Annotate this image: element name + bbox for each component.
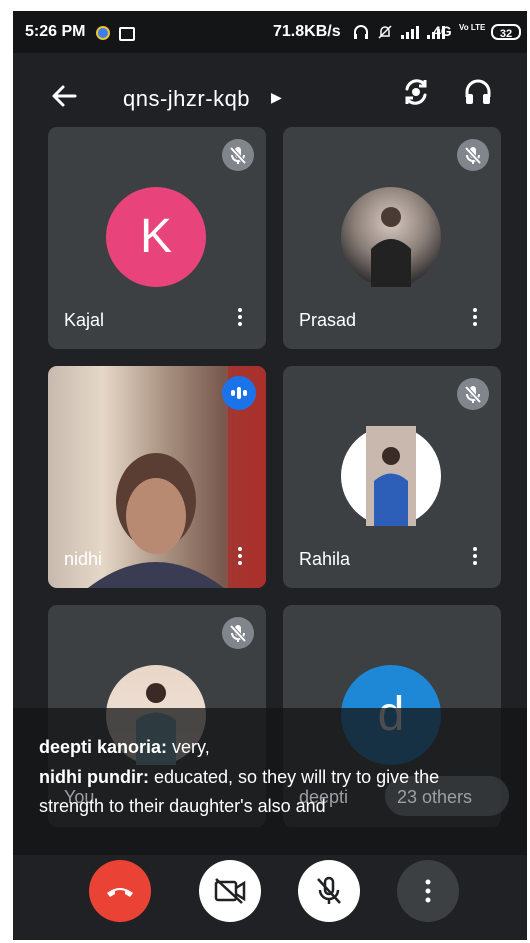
meeting-code[interactable]: qns-jhzr-kqb <box>123 86 250 112</box>
more-options-icon[interactable] <box>473 544 477 568</box>
caret-right-icon[interactable]: ▶ <box>271 89 282 106</box>
caption-speaker: deepti kanoria: <box>39 737 168 757</box>
audio-output-icon[interactable] <box>463 77 493 112</box>
caption-text: very, <box>172 737 210 757</box>
video-notification-icon <box>119 27 135 41</box>
battery-icon: 32 <box>491 24 521 40</box>
switch-camera-icon[interactable] <box>401 77 431 112</box>
app-notification-icon <box>96 26 110 40</box>
participant-tile-nidhi[interactable]: nidhi <box>48 366 266 588</box>
camera-toggle-button[interactable] <box>199 860 261 922</box>
participant-tile-rahila[interactable]: Rahila <box>283 366 501 588</box>
caption-line: nidhi pundir: educated, so they will try… <box>39 767 439 788</box>
more-options-icon[interactable] <box>473 305 477 329</box>
mic-off-icon <box>457 139 489 171</box>
mic-toggle-button[interactable] <box>298 860 360 922</box>
volte-label: Vo LTE <box>459 23 486 32</box>
speaking-indicator-icon <box>222 376 256 410</box>
mute-notification-icon <box>377 24 393 45</box>
more-options-icon[interactable] <box>238 305 242 329</box>
avatar: K <box>106 187 206 287</box>
back-arrow-icon[interactable] <box>51 83 77 113</box>
avatar <box>341 187 441 287</box>
caption-speaker: nidhi pundir: <box>39 767 149 787</box>
end-call-button[interactable] <box>89 860 151 922</box>
participant-tile-prasad[interactable]: Prasad <box>283 127 501 349</box>
network-speed: 71.8KB/s <box>273 23 341 40</box>
status-time: 5:26 PM <box>25 23 86 40</box>
mic-off-icon <box>222 139 254 171</box>
others-count[interactable]: 23 others <box>397 787 472 808</box>
more-options-icon[interactable] <box>238 544 242 568</box>
network-type: 4G <box>433 23 452 39</box>
avatar <box>341 426 441 526</box>
caption-text: strength to their daughter's also and <box>39 796 326 816</box>
participant-name: Prasad <box>299 310 357 330</box>
participant-tile-kajal[interactable]: K Kajal <box>48 127 266 349</box>
headphone-status-icon <box>353 24 369 45</box>
mic-off-icon <box>457 378 489 410</box>
phone-screen: 5:26 PM 71.8KB/s 4G Vo LTE 32 qns-jhzr-k… <box>13 11 527 940</box>
participant-name: nidhi <box>64 549 103 569</box>
caption-line: deepti kanoria: very, <box>39 737 210 758</box>
more-options-button[interactable] <box>397 860 459 922</box>
caption-text: educated, so they will try to give the <box>153 767 440 787</box>
status-bar: 5:26 PM 71.8KB/s 4G Vo LTE 32 <box>13 11 527 53</box>
meeting-header: qns-jhzr-kqb ▶ <box>13 53 527 133</box>
mic-off-icon <box>222 617 254 649</box>
participant-name: Rahila <box>299 549 351 569</box>
participant-name: Kajal <box>64 310 105 330</box>
call-controls <box>13 851 527 940</box>
caption-line: strength to their daughter's also and <box>39 796 326 817</box>
